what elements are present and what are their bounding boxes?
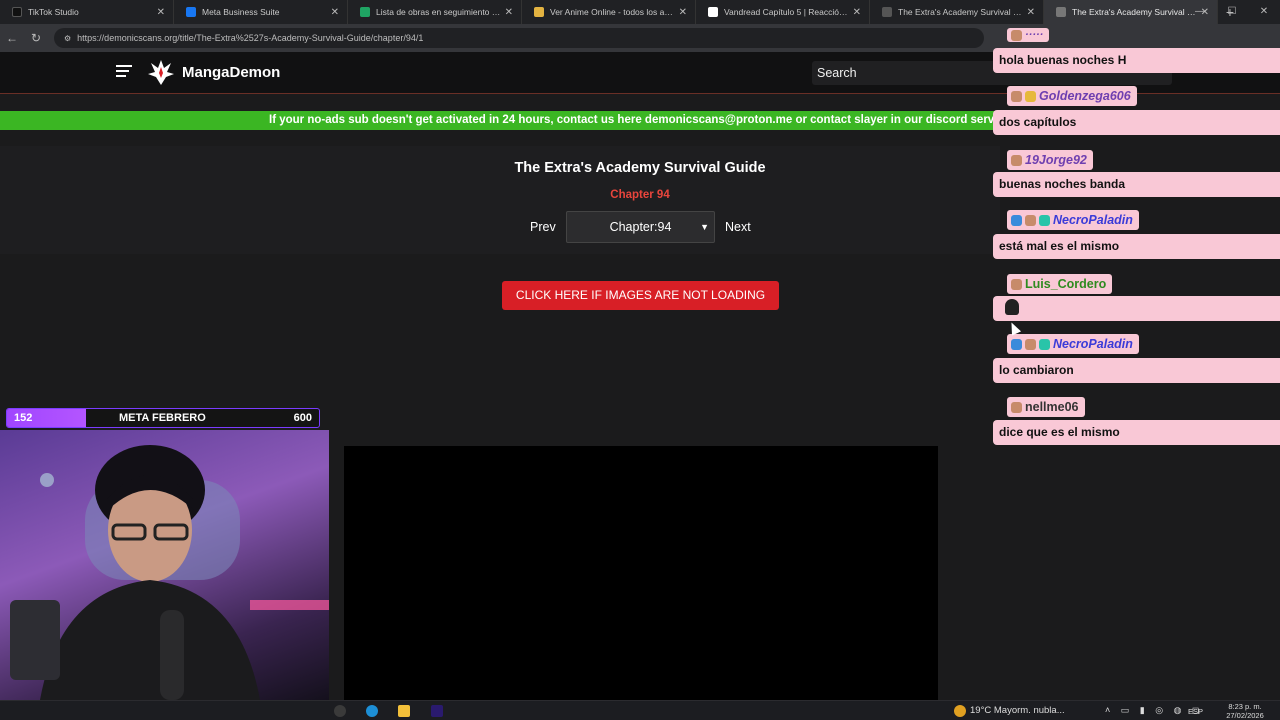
chat-username: Luis_Cordero <box>1007 274 1113 294</box>
close-tab-icon[interactable]: ✕ <box>331 7 339 18</box>
sheets-icon <box>360 7 370 17</box>
mangademon-logo <box>148 60 174 85</box>
menu-icon[interactable] <box>116 65 132 79</box>
weather-text[interactable]: 19°C Mayorm. nubla... <box>970 705 1065 716</box>
language-indicator[interactable]: ESP <box>1188 707 1203 716</box>
close-tab-icon[interactable]: ✕ <box>505 7 513 18</box>
chat-badge-icon <box>1025 214 1036 226</box>
weather-icon[interactable] <box>954 705 966 717</box>
chat-username: NecroPaladin <box>1007 334 1139 354</box>
chat-message <box>993 296 1280 321</box>
address-bar[interactable]: ⚙ https://demonicscans.org/title/The-Ext… <box>54 28 984 48</box>
chat-badge-icon <box>1011 29 1022 41</box>
chat-badge-icon <box>1011 401 1022 413</box>
chat-message: lo cambiaron <box>993 358 1280 383</box>
browser-tab-strip: TikTok Studio ✕ Meta Business Suite ✕ List… <box>0 0 1280 24</box>
windows-taskbar: 19°C Mayorm. nubla... ˄ ▭ ▮ ◎ ◍ ◻ ESP 8:… <box>0 700 1280 720</box>
tiktok-icon <box>12 7 22 17</box>
chat-badge-icon <box>1011 214 1022 226</box>
close-tab-icon[interactable]: ✕ <box>679 7 687 18</box>
chat-message: está mal es el mismo <box>993 234 1280 259</box>
streamer-webcam <box>0 430 329 700</box>
chat-badge-icon <box>1025 90 1036 102</box>
stream-goal-bar: 152 META FEBRERO 600 <box>6 408 320 428</box>
chapter-page-image <box>344 446 938 700</box>
browser-tab-notion[interactable]: Vandread Capítulo 5 | Reacción | F ✕ <box>696 0 870 24</box>
goal-current: 152 <box>14 412 33 424</box>
chat-badge-icon <box>1011 278 1022 290</box>
images-not-loading-button[interactable]: CLICK HERE IF IMAGES ARE NOT LOADING <box>502 281 779 310</box>
browser-tab-tiktok[interactable]: TikTok Studio ✕ <box>0 0 174 24</box>
premiere-icon[interactable] <box>431 705 443 717</box>
browser-tab-manga-1[interactable]: The Extra's Academy Survival Gui ✕ <box>870 0 1044 24</box>
prev-chapter-link[interactable]: Prev <box>530 220 556 234</box>
url-text: https://demonicscans.org/title/The-Extra… <box>77 33 424 43</box>
chat-username: 19Jorge92 <box>1007 150 1093 170</box>
chat-badge-icon <box>1025 338 1036 350</box>
chapter-select-value: Chapter:94 <box>609 220 672 234</box>
chapter-select[interactable]: Chapter:94 ▼ <box>566 211 715 243</box>
meta-icon <box>186 7 196 17</box>
chat-badge-icon <box>1039 214 1050 226</box>
chat-badge-icon <box>1039 338 1050 350</box>
notion-icon <box>708 7 718 17</box>
file-explorer-icon[interactable] <box>398 705 410 717</box>
chat-message: dice que es el mismo <box>993 420 1280 445</box>
goal-target: 600 <box>293 412 312 424</box>
webcam-figure <box>10 445 329 700</box>
chat-username: Goldenzega606 <box>1007 86 1137 106</box>
edge-icon[interactable] <box>366 705 378 717</box>
site-info-icon[interactable]: ⚙ <box>64 34 71 43</box>
taskbar-clock[interactable]: 8:23 p. m. 27/02/2026 <box>1210 702 1280 720</box>
chat-username: NecroPaladin <box>1007 210 1139 230</box>
anime-site-icon <box>534 7 544 17</box>
close-tab-icon[interactable]: ✕ <box>853 7 861 18</box>
goal-title: META FEBRERO <box>119 412 206 424</box>
obs-icon[interactable] <box>334 705 346 717</box>
announcement-banner: If your no-ads sub doesn't get activated… <box>0 111 1000 130</box>
browser-tab-sheets[interactable]: Lista de obras en seguimiento - H ✕ <box>348 0 522 24</box>
close-tab-icon[interactable]: ✕ <box>157 7 165 18</box>
mangademon-icon <box>882 7 892 17</box>
minimize-icon[interactable]: — <box>1184 0 1216 24</box>
chat-username-partial: ····· <box>1007 28 1050 42</box>
announcement-text: If your no-ads sub doesn't get activated… <box>269 114 1000 126</box>
chat-message: buenas noches banda <box>993 172 1280 197</box>
close-window-icon[interactable]: ✕ <box>1248 0 1280 24</box>
reload-icon[interactable]: ↻ <box>24 31 48 45</box>
chat-message: hola buenas noches H <box>993 48 1280 73</box>
chat-username: nellme06 <box>1007 397 1085 417</box>
close-tab-icon[interactable]: ✕ <box>1027 7 1035 18</box>
chat-badge-icon <box>1011 154 1022 166</box>
chat-emote-icon <box>1005 299 1019 315</box>
maximize-icon[interactable]: ☐ <box>1216 0 1248 24</box>
browser-tab-meta[interactable]: Meta Business Suite ✕ <box>174 0 348 24</box>
chat-message: dos capítulos <box>993 110 1280 135</box>
next-chapter-link[interactable]: Next <box>725 220 751 234</box>
chevron-down-icon: ▼ <box>700 222 709 232</box>
chat-badge-icon <box>1011 338 1022 350</box>
back-icon[interactable]: ← <box>0 31 24 45</box>
site-brand[interactable]: MangaDemon <box>182 64 280 81</box>
browser-tab-anime[interactable]: Ver Anime Online - todos los anim ✕ <box>522 0 696 24</box>
mangademon-icon <box>1056 7 1066 17</box>
chat-badge-icon <box>1011 90 1022 102</box>
window-controls: — ☐ ✕ <box>1184 0 1280 24</box>
